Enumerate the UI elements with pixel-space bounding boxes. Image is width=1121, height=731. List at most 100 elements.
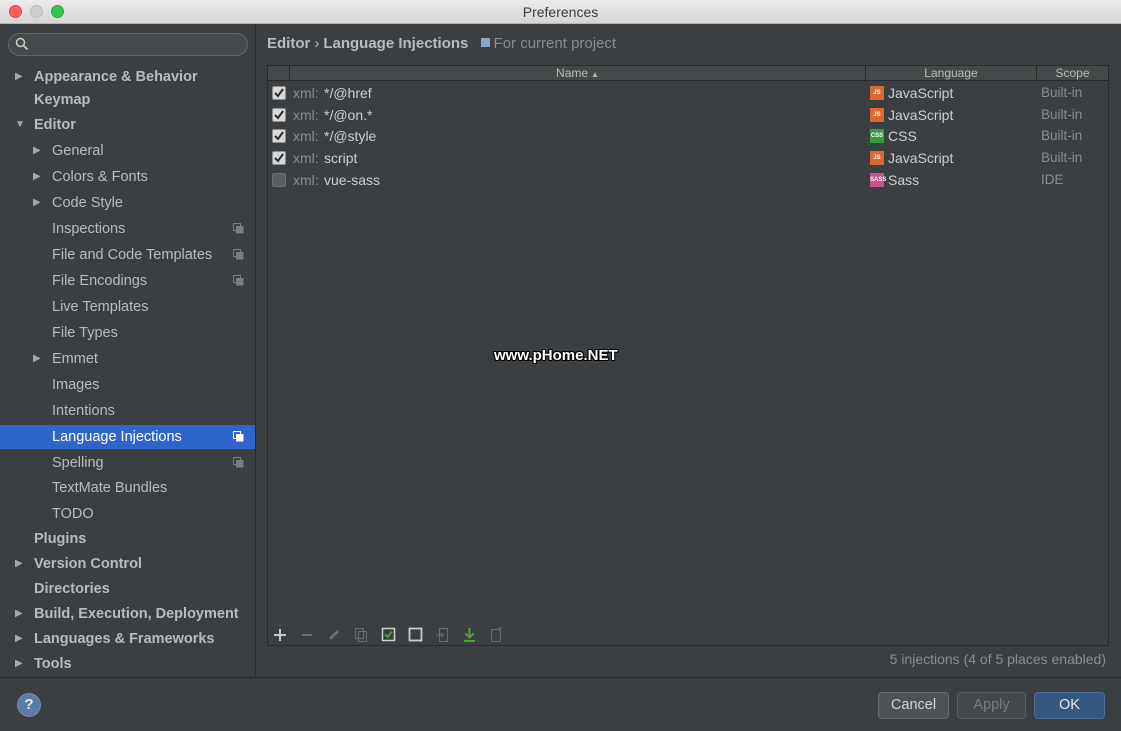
sidebar-item-general[interactable]: ▶ General — [0, 139, 255, 163]
column-header-language[interactable]: Language — [866, 66, 1037, 81]
sidebar-item-label: Code Style — [52, 195, 123, 211]
sidebar-item-intentions[interactable]: Intentions — [0, 399, 255, 423]
sidebar-item-tools[interactable]: ▶ Tools — [0, 652, 255, 676]
expanded-arrow-icon[interactable]: ▼ — [15, 113, 25, 137]
cancel-button[interactable]: Cancel — [878, 692, 949, 719]
checkmark-icon — [274, 88, 284, 98]
toggle-enabled-button[interactable] — [378, 625, 398, 645]
sidebar-item-label: Spelling — [52, 455, 104, 471]
sidebar-item-label: File Encodings — [52, 273, 148, 289]
enabled-checkbox[interactable] — [272, 129, 286, 144]
sidebar-item-live-templates[interactable]: Live Templates — [0, 295, 255, 319]
sidebar-item-editor[interactable]: ▼ Editor — [0, 113, 255, 137]
maximize-window-button[interactable] — [51, 5, 64, 18]
sidebar-item-label: Directories — [34, 581, 110, 597]
injection-prefix: xml: — [293, 128, 319, 145]
project-level-icon — [233, 275, 244, 286]
sidebar-item-appearance-behavior[interactable]: ▶ Appearance & Behavior — [0, 65, 255, 89]
table-header: Name ▲ Language Scope — [268, 66, 1108, 81]
minimize-window-button[interactable] — [30, 5, 43, 18]
sidebar-item-images[interactable]: Images — [0, 373, 255, 397]
sidebar-item-language-injections[interactable]: Language Injections — [0, 425, 255, 449]
breadcrumb-separator: › — [314, 35, 320, 52]
injection-scope: Built-in — [1041, 85, 1083, 100]
close-window-button[interactable] — [9, 5, 22, 18]
project-icon — [480, 38, 490, 47]
apply-button[interactable]: Apply — [957, 692, 1026, 719]
sidebar-item-file-encodings[interactable]: File Encodings — [0, 269, 255, 293]
javascript-file-icon: JS — [870, 151, 884, 166]
injection-scope: Built-in — [1041, 128, 1083, 144]
collapsed-arrow-icon[interactable]: ▶ — [33, 165, 41, 189]
enabled-checkbox[interactable] — [272, 86, 286, 100]
watermark-text: www.pHome.NET — [494, 347, 618, 364]
remove-injection-button[interactable] — [297, 625, 317, 645]
collapsed-arrow-icon[interactable]: ▶ — [15, 602, 23, 626]
collapsed-arrow-icon[interactable]: ▶ — [15, 65, 23, 89]
export-button[interactable] — [459, 625, 479, 645]
ok-button[interactable]: OK — [1034, 692, 1105, 719]
injection-scope: IDE — [1041, 171, 1064, 187]
breadcrumb-current: Language Injections — [323, 35, 469, 52]
sidebar-item-languages-frameworks[interactable]: ▶ Languages & Frameworks — [0, 627, 255, 651]
table-row[interactable]: xml: */@on.* JS JavaScript Built-in — [268, 104, 1108, 126]
column-scope-label: Scope — [1055, 66, 1090, 80]
sidebar-item-label: Plugins — [34, 531, 87, 547]
sidebar-item-inspections[interactable]: Inspections — [0, 217, 255, 241]
edit-icon — [328, 629, 340, 641]
table-row[interactable]: xml: vue-sass SASS Sass IDE — [268, 169, 1108, 191]
copy-injection-button[interactable] — [351, 625, 371, 645]
collapsed-arrow-icon[interactable]: ▶ — [15, 652, 23, 676]
sidebar-item-label: Language Injections — [52, 429, 182, 445]
injection-scope: Built-in — [1041, 106, 1083, 122]
sidebar-item-spelling[interactable]: Spelling — [0, 451, 255, 475]
collapsed-arrow-icon[interactable]: ▶ — [15, 552, 23, 576]
collapsed-arrow-icon[interactable]: ▶ — [15, 627, 23, 651]
breadcrumb-parent[interactable]: Editor — [267, 35, 310, 52]
table-row[interactable]: xml: */@style CSS CSS Built-in — [268, 125, 1108, 147]
collapsed-arrow-icon[interactable]: ▶ — [33, 191, 41, 215]
sidebar-item-keymap[interactable]: Keymap — [0, 88, 255, 112]
search-input[interactable] — [33, 36, 243, 53]
sidebar-item-directories[interactable]: Directories — [0, 577, 255, 601]
window-title: Preferences — [522, 4, 599, 20]
collapsed-arrow-icon[interactable]: ▶ — [33, 347, 41, 371]
duplicate-button[interactable] — [405, 625, 425, 645]
sidebar-item-file-types[interactable]: File Types — [0, 321, 255, 345]
sidebar-item-textmate-bundles[interactable]: TextMate Bundles — [0, 476, 255, 500]
help-button[interactable]: ? — [17, 693, 41, 717]
sidebar-item-colors-fonts[interactable]: ▶ Colors & Fonts — [0, 165, 255, 189]
edit-injection-button[interactable] — [324, 625, 344, 645]
enabled-checkbox[interactable] — [272, 172, 286, 187]
checkmark-icon — [274, 153, 284, 163]
javascript-file-icon: JS — [870, 86, 884, 100]
share-icon — [491, 627, 502, 642]
enabled-checkbox[interactable] — [272, 107, 286, 122]
sidebar-item-label: Colors & Fonts — [52, 169, 148, 185]
sidebar-item-build-execution-deployment[interactable]: ▶ Build, Execution, Deployment — [0, 602, 255, 626]
sidebar-item-plugins[interactable]: Plugins — [0, 527, 255, 551]
duplicate-icon — [408, 627, 422, 642]
injections-table[interactable]: Name ▲ Language Scope xml: */@href JS JavaSc… — [267, 65, 1109, 646]
injection-language: Sass — [888, 171, 920, 188]
injection-language: JavaScript — [888, 85, 954, 101]
enabled-checkbox[interactable] — [272, 151, 286, 166]
share-button[interactable] — [486, 625, 506, 645]
injections-status: 5 injections (4 of 5 places enabled) — [889, 651, 1106, 667]
sidebar-item-code-style[interactable]: ▶ Code Style — [0, 191, 255, 215]
sidebar-item-emmet[interactable]: ▶ Emmet — [0, 347, 255, 371]
sort-ascending-icon: ▲ — [591, 70, 599, 79]
sidebar-item-todo[interactable]: TODO — [0, 502, 255, 526]
collapsed-arrow-icon[interactable]: ▶ — [33, 139, 41, 163]
sidebar-item-file-and-code-templates[interactable]: File and Code Templates — [0, 243, 255, 267]
import-button[interactable] — [432, 625, 452, 645]
add-injection-button[interactable] — [270, 625, 290, 645]
column-header-scope[interactable]: Scope — [1037, 66, 1108, 81]
sidebar-item-version-control[interactable]: ▶ Version Control — [0, 552, 255, 576]
sidebar-item-label: Build, Execution, Deployment — [34, 606, 239, 622]
settings-search[interactable] — [8, 33, 248, 56]
table-row[interactable]: xml: */@href JS JavaScript Built-in — [268, 82, 1108, 104]
column-header-name[interactable]: Name ▲ — [290, 66, 866, 81]
search-icon — [15, 37, 29, 51]
table-row[interactable]: xml: script JS JavaScript Built-in — [268, 147, 1108, 169]
